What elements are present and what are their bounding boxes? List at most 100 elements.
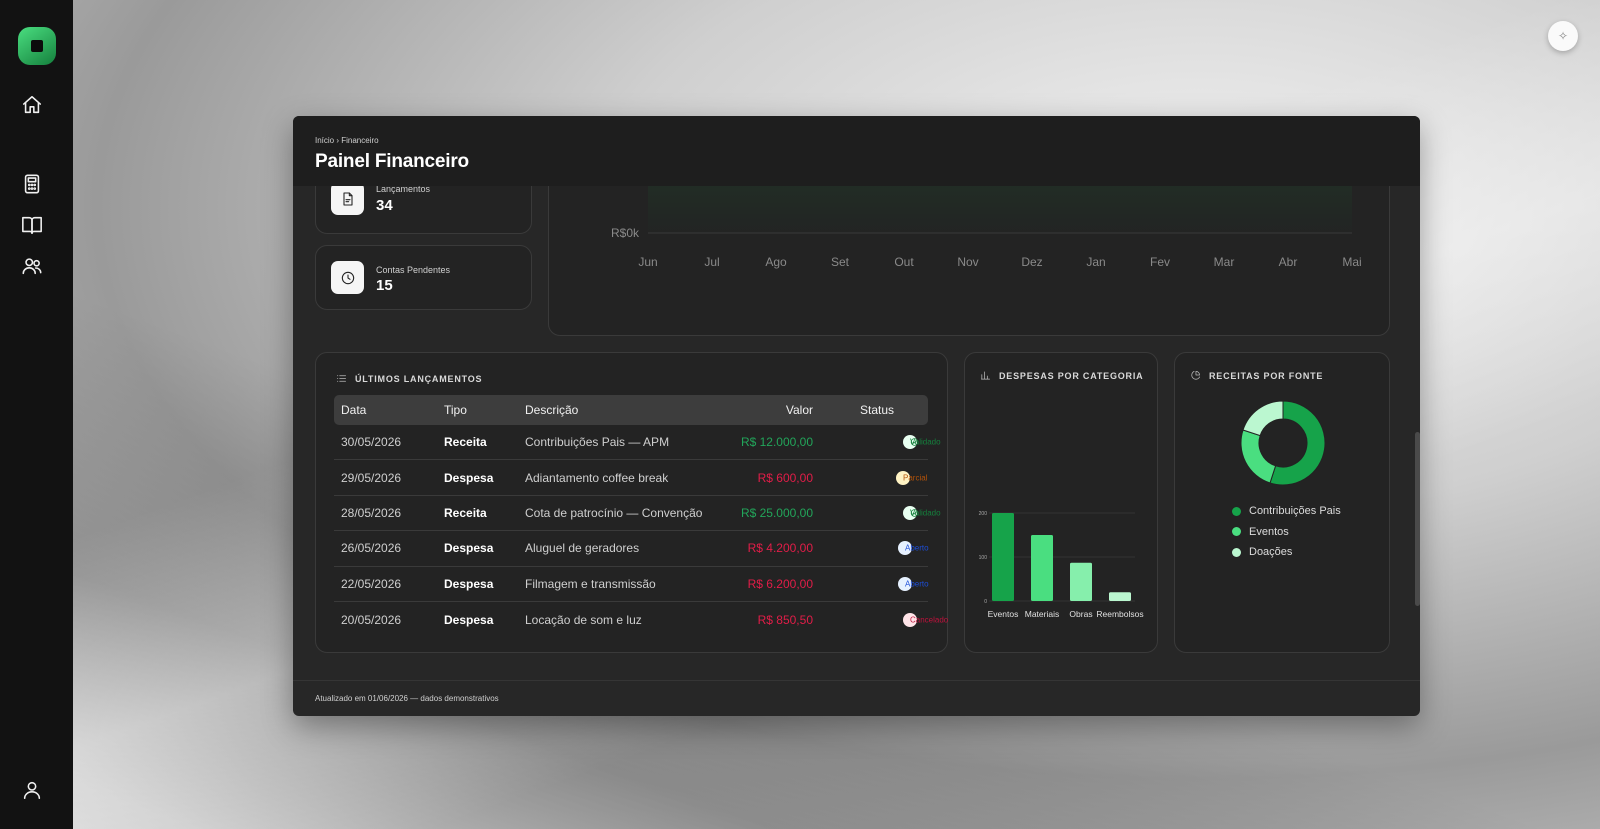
y-tick-label: 200 [979, 511, 988, 517]
x-tick-label: Set [831, 255, 850, 269]
financial-panel: Início › Financeiro Painel Financeiro La… [293, 116, 1420, 716]
x-tick-label: Abr [1279, 255, 1298, 269]
cell-type: Receita [444, 435, 487, 450]
col-data[interactable]: Data [341, 403, 366, 417]
legend-dot [1232, 506, 1241, 516]
col-tipo[interactable]: Tipo [444, 403, 467, 417]
cell-description: Filmagem e transmissão [525, 576, 656, 591]
cell-date: 29/05/2026 [341, 470, 402, 485]
status-badge: Cancelado [903, 612, 948, 627]
cell-date: 30/05/2026 [341, 435, 402, 450]
legend-label: Eventos [1249, 525, 1289, 538]
status-badge: Aberto [898, 541, 929, 556]
y-tick-label: 0 [984, 599, 987, 605]
revenue-source-title: Receitas por Fonte [1190, 370, 1323, 381]
x-tick-label: Dez [1021, 255, 1042, 269]
status-text: Cancelado [910, 615, 949, 625]
x-tick-label: Eventos [988, 609, 1019, 619]
expenses-bar-chart: 0 100 200 Eventos Materiais Obras Reembolsos [979, 511, 1144, 619]
table-header: Data Tipo Descrição Valor Status [334, 395, 928, 425]
x-tick-label: Nov [957, 255, 978, 269]
x-tick-label: Reembolsos [1096, 609, 1143, 619]
cell-value: R$ 850,50 [757, 612, 813, 627]
col-status[interactable]: Status [860, 403, 894, 417]
legend-dot [1232, 527, 1241, 536]
footer-note: Atualizado em 01/06/2026 — dados demonst… [315, 694, 499, 703]
status-text: Validado [910, 437, 941, 447]
table-body: 30/05/2026 Receita Contribuições Pais — AP… [334, 425, 948, 637]
cell-value: R$ 600,00 [757, 470, 813, 485]
legend-item[interactable]: Doações [1232, 546, 1292, 558]
x-tick-label: Out [894, 255, 914, 269]
cell-type: Despesa [444, 612, 494, 627]
x-tick-label: Jan [1086, 255, 1105, 269]
x-tick-label: Fev [1150, 255, 1170, 269]
calculator-icon[interactable] [21, 173, 43, 195]
cell-type: Despesa [444, 541, 494, 556]
cell-type: Despesa [444, 470, 494, 485]
clock-icon [331, 261, 364, 294]
x-tick-label: Ago [765, 255, 787, 269]
document-icon [331, 182, 364, 215]
panel-scrollbar[interactable] [1415, 432, 1420, 606]
cell-date: 20/05/2026 [341, 612, 402, 627]
app-logo[interactable] [17, 27, 56, 65]
cell-value: R$ 25.000,00 [740, 505, 813, 520]
cell-description: Locação de som e luz [525, 612, 642, 627]
cell-description: Contribuições Pais — APM [525, 435, 670, 450]
donut-slice-2 [1242, 400, 1284, 437]
list-icon [337, 375, 346, 382]
cell-date: 28/05/2026 [341, 505, 402, 520]
status-text: Parcial [903, 473, 928, 483]
stat-value: 34 [376, 197, 393, 214]
transactions-title: Últimos Lançamentos [336, 373, 482, 384]
cell-description: Cota de patrocínio — Convenção [525, 505, 703, 520]
expenses-category-title: Despesas por Categoria [980, 370, 1143, 381]
col-descricao[interactable]: Descrição [525, 403, 578, 417]
status-badge: Validado [903, 505, 941, 520]
legend-dot [1232, 547, 1241, 557]
legend-label: Contribuições Pais [1249, 505, 1341, 517]
bar-chart-icon [981, 371, 990, 380]
user-profile-icon[interactable] [21, 779, 43, 801]
table-row[interactable]: 29/05/2026 Despesa Adiantamento coffee bre… [334, 460, 928, 496]
x-tick-label: Obras [1069, 609, 1092, 619]
cell-type: Receita [444, 505, 487, 520]
sidebar [0, 0, 73, 829]
bar-obras [1070, 562, 1092, 601]
cell-value: R$ 12.000,00 [740, 435, 813, 450]
sparkle-icon: ✧ [1557, 29, 1569, 43]
table-row[interactable]: 28/05/2026 Receita Cota de patrocínio — Co… [334, 496, 941, 532]
bar-reembolsos [1109, 592, 1131, 601]
bar-materiais [1031, 535, 1053, 601]
panel-header: Início › Financeiro Painel Financeiro [293, 116, 1420, 186]
legend-item[interactable]: Contribuições Pais [1232, 505, 1341, 517]
table-row[interactable]: 30/05/2026 Receita Contribuições Pais — AP… [334, 425, 941, 461]
revenue-source-card: Receitas por Fonte Contribuições Pais Eve… [1174, 352, 1390, 653]
users-icon[interactable] [21, 255, 43, 277]
corner-action-button[interactable]: ✧ [1548, 21, 1578, 51]
x-tick-label: Jun [638, 255, 657, 269]
status-badge: Aberto [898, 576, 929, 591]
bar-eventos [992, 513, 1014, 601]
book-icon[interactable] [21, 214, 43, 236]
cell-date: 22/05/2026 [341, 576, 402, 591]
footer-divider [293, 680, 1420, 681]
home-icon[interactable] [21, 94, 43, 116]
donut-slice-1 [1240, 429, 1277, 484]
breadcrumb[interactable]: Início › Financeiro [315, 136, 379, 145]
legend-item[interactable]: Eventos [1232, 526, 1289, 538]
stat-value: 15 [376, 277, 393, 294]
table-row[interactable]: 22/05/2026 Despesa Filmagem e transmissão R… [334, 567, 929, 602]
x-tick-label: Jul [704, 255, 719, 269]
col-valor[interactable]: Valor [786, 403, 813, 417]
stat-label: Contas Pendentes [376, 265, 451, 275]
transactions-table: Data Tipo Descrição Valor Status 30/05/2… [334, 395, 948, 637]
status-text: Aberto [905, 543, 929, 553]
table-row[interactable]: 20/05/2026 Despesa Locação de som e luz R$ … [334, 602, 948, 637]
table-row[interactable]: 26/05/2026 Despesa Aluguel de geradores R$ … [334, 531, 929, 567]
legend-label: Doações [1249, 546, 1293, 558]
y-tick-label: 100 [979, 555, 988, 561]
x-tick-label: Mar [1214, 255, 1235, 269]
stat-card-pending[interactable]: Contas Pendentes 15 [315, 245, 532, 310]
